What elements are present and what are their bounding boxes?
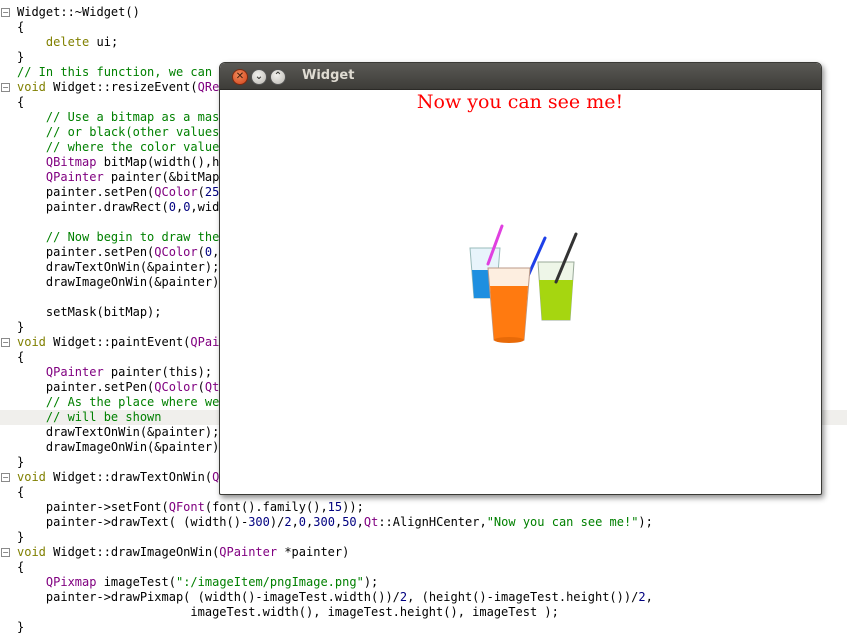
code-text: } [17, 530, 25, 544]
code-text: } [17, 620, 25, 634]
code-text: drawImageOnWin(&painter); [17, 275, 227, 289]
code-text: } [17, 455, 25, 469]
code-text: QPainter painter(this); [45, 365, 213, 379]
code-text: // will be shown [45, 410, 162, 424]
code-text: drawTextOnWin(&painter); [17, 260, 220, 274]
code-text: painter->drawText( (width()-300)/2,0,300… [17, 515, 653, 529]
code-text: void Widget::drawImageOnWin(QPainter *pa… [17, 545, 350, 559]
fold-toggle-icon[interactable]: − [1, 473, 10, 482]
fold-toggle-icon[interactable]: − [1, 548, 10, 557]
code-text: imageTest.width(), imageTest.height(), i… [17, 605, 559, 619]
code-text: { [17, 95, 25, 109]
code-text: painter->setFont(QFont(font().family(),1… [17, 500, 364, 514]
code-text: drawTextOnWin(&painter); [17, 425, 220, 439]
code-text: { [17, 560, 25, 574]
fold-toggle-icon[interactable]: − [1, 83, 10, 92]
code-text: { [17, 350, 25, 364]
green-glass [537, 232, 578, 321]
code-text: QPainter painter(&bitMap); [45, 170, 234, 184]
drinks-glasses-image [469, 224, 578, 343]
banner-text: Now you can see me! [416, 91, 624, 113]
widget-window[interactable]: ✕ ⌄ ⌃ Widget Now you can see me! [219, 62, 822, 495]
maximize-button[interactable]: ⌃ [270, 69, 286, 85]
window-title: Widget [302, 68, 355, 83]
minimize-button[interactable]: ⌄ [251, 69, 267, 85]
code-text: { [17, 20, 25, 34]
code-text: setMask(bitMap); [17, 305, 162, 319]
code-text: delete ui; [45, 35, 119, 49]
code-text: { [17, 485, 25, 499]
fold-toggle-icon[interactable]: − [1, 338, 10, 347]
code-text: } [17, 320, 25, 334]
code-text: QPixmap imageTest(":/imageItem/pngImage.… [45, 575, 379, 589]
fold-toggle-icon[interactable]: − [1, 8, 10, 17]
window-titlebar[interactable]: ✕ ⌄ ⌃ Widget [220, 63, 821, 90]
code-text: drawImageOnWin(&painter); [17, 440, 227, 454]
code-text: } [17, 50, 25, 64]
close-button[interactable]: ✕ [232, 69, 248, 85]
window-content: Now you can see me! [220, 90, 821, 494]
code-text: painter->drawPixmap( (width()-imageTest.… [17, 590, 653, 604]
code-text: Widget::~Widget() [17, 5, 140, 19]
